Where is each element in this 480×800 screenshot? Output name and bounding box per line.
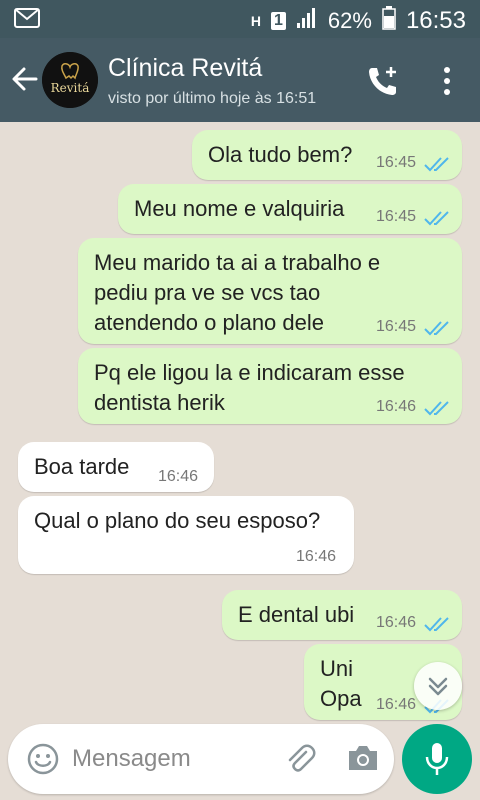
message-bubble-outgoing[interactable]: Meu marido ta ai a trabalho e pediu pra … (78, 238, 462, 344)
avatar[interactable]: Revitá (42, 52, 98, 108)
message-time: 16:45 (376, 154, 417, 171)
double-check-icon (424, 157, 449, 172)
svg-text:Revitá: Revitá (51, 81, 90, 95)
message-bubble-outgoing[interactable]: Pq ele ligou la e indicaram esse dentist… (78, 348, 462, 424)
envelope-icon (14, 8, 40, 34)
double-check-icon (424, 401, 449, 416)
network-type-h: H (250, 13, 261, 29)
battery-icon (382, 6, 396, 36)
clinic-logo: Revitá (42, 52, 98, 108)
compose-bar (8, 724, 394, 794)
mic-icon (425, 743, 449, 775)
menu-dots-icon[interactable] (436, 64, 458, 98)
contact-name[interactable]: Clínica Revitá (108, 54, 262, 83)
message-time: 16:46 (296, 548, 337, 565)
message-time: 16:46 (376, 614, 417, 631)
chat-header: Revitá Clínica Revitá visto por último h… (0, 38, 480, 122)
message-bubble-incoming[interactable]: Boa tarde 16:46 (18, 442, 214, 492)
message-text: Ola tudo bem? (208, 142, 353, 167)
message-time: 16:45 (376, 208, 417, 225)
message-text: Pq ele ligou la e indicaram esse dentist… (94, 360, 405, 415)
message-bubble-outgoing[interactable]: Meu nome e valquiria 16:45 (118, 184, 462, 234)
message-text: E dental ubi (238, 602, 355, 627)
message-text: Meu nome e valquiria (134, 196, 345, 221)
chevron-down-icon (428, 677, 448, 696)
double-check-icon (424, 321, 449, 336)
sim-badge: 1 (270, 12, 286, 30)
message-bubble-outgoing[interactable]: E dental ubi 16:46 (222, 590, 462, 640)
back-arrow-icon[interactable] (10, 64, 40, 94)
status-bar: H 1 62% 16:53 (0, 0, 480, 38)
camera-icon[interactable] (346, 742, 380, 774)
add-call-icon[interactable] (366, 64, 400, 98)
message-list[interactable]: Ola tudo bem? 16:45 Meu nome e valquiria… (0, 122, 480, 722)
message-time: 16:46 (376, 398, 417, 415)
signal-icon (296, 7, 318, 35)
message-text: Qual o plano do seu esposo? (34, 508, 321, 533)
message-time: 16:46 (158, 468, 199, 485)
message-time: 16:46 (376, 696, 417, 713)
status-time: 16:53 (405, 7, 466, 34)
double-check-icon (424, 617, 449, 632)
attach-icon[interactable] (282, 740, 318, 776)
last-seen-status: visto por último hoje às 16:51 (108, 90, 317, 107)
scroll-to-bottom-button[interactable] (414, 662, 462, 710)
message-time: 16:45 (376, 318, 417, 335)
emoji-icon[interactable] (26, 742, 60, 776)
message-text: Meu marido ta ai a trabalho e pediu pra … (94, 250, 381, 335)
message-input[interactable] (70, 736, 264, 782)
battery-percent: 62% (327, 8, 372, 33)
double-check-icon (424, 211, 449, 226)
message-bubble-incoming[interactable]: Qual o plano do seu esposo? 16:46 (18, 496, 354, 574)
message-text: Uni Opa (320, 656, 362, 711)
message-text: Boa tarde (34, 454, 130, 479)
mic-button[interactable] (402, 724, 472, 794)
message-bubble-outgoing[interactable]: Ola tudo bem? 16:45 (192, 130, 462, 180)
